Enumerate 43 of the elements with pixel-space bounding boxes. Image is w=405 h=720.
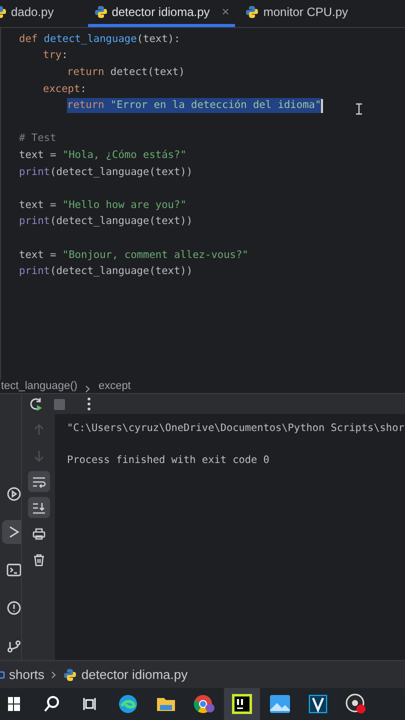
breadcrumb-item[interactable]: shorts: [0, 664, 44, 684]
ide-logo-icon[interactable]: [232, 694, 252, 714]
code-line: text = "Hello how are you?": [19, 198, 186, 213]
code-line: print(detect_language(text)): [19, 214, 193, 230]
scroll-to-end-icon[interactable]: [28, 497, 50, 518]
more-options-icon[interactable]: [87, 397, 91, 411]
editor-tab[interactable]: dado.py: [0, 0, 60, 27]
code-line: text = "Bonjour, comment allez-vous?": [19, 248, 248, 263]
windows-logo-icon[interactable]: [8, 696, 20, 712]
search-icon[interactable]: [43, 695, 61, 713]
breadcrumb-item[interactable]: detector idioma.py: [63, 664, 188, 684]
run-icon[interactable]: [2, 520, 21, 544]
code-line: def detect_language(text):: [19, 32, 180, 47]
text-cursor-icon: [355, 103, 363, 115]
folder-icon[interactable]: [156, 695, 176, 713]
python-file-icon: [63, 668, 78, 682]
python-file-icon: [94, 5, 108, 19]
code-line: print(detect_language(text)): [19, 264, 193, 280]
python-file-icon: [245, 5, 260, 19]
browser-swirl-icon[interactable]: [118, 694, 138, 714]
chevron-right-icon: [51, 670, 56, 678]
breadcrumb-item[interactable]: tect_language(): [1, 380, 78, 393]
chevron-right-icon: [85, 385, 90, 393]
code-line: print(detect_language(text)): [19, 164, 193, 180]
soft-wrap-icon[interactable]: [28, 471, 50, 492]
task-view-icon[interactable]: [83, 697, 97, 711]
code-line: return detect(text): [67, 64, 185, 80]
recorder-icon[interactable]: [345, 693, 367, 715]
rerun-icon[interactable]: [28, 396, 44, 412]
chrome-ball-icon[interactable]: [193, 694, 215, 714]
command-line-text: "C:\Users\cyruz\OneDrive\Documentos\Python Scripts\shor: [67, 422, 404, 436]
text-caret: [321, 98, 324, 113]
video-editor-icon[interactable]: [308, 694, 328, 714]
breadcrumb-item[interactable]: except: [98, 380, 131, 393]
editor-tab[interactable]: monitor CPU.py: [239, 0, 354, 27]
code-line: text = "Hola, ¿Cómo estás?": [19, 148, 186, 163]
close-tab-button[interactable]: ×: [222, 2, 230, 22]
code-line: # Test: [19, 131, 56, 146]
process-status-text: Process finished with exit code 0: [67, 454, 270, 468]
code-line: try:: [43, 48, 68, 64]
code-line: except:: [43, 82, 86, 97]
taskbar-button[interactable]: [224, 688, 260, 720]
editor-tab[interactable]: detector idioma.py ×: [88, 0, 236, 27]
